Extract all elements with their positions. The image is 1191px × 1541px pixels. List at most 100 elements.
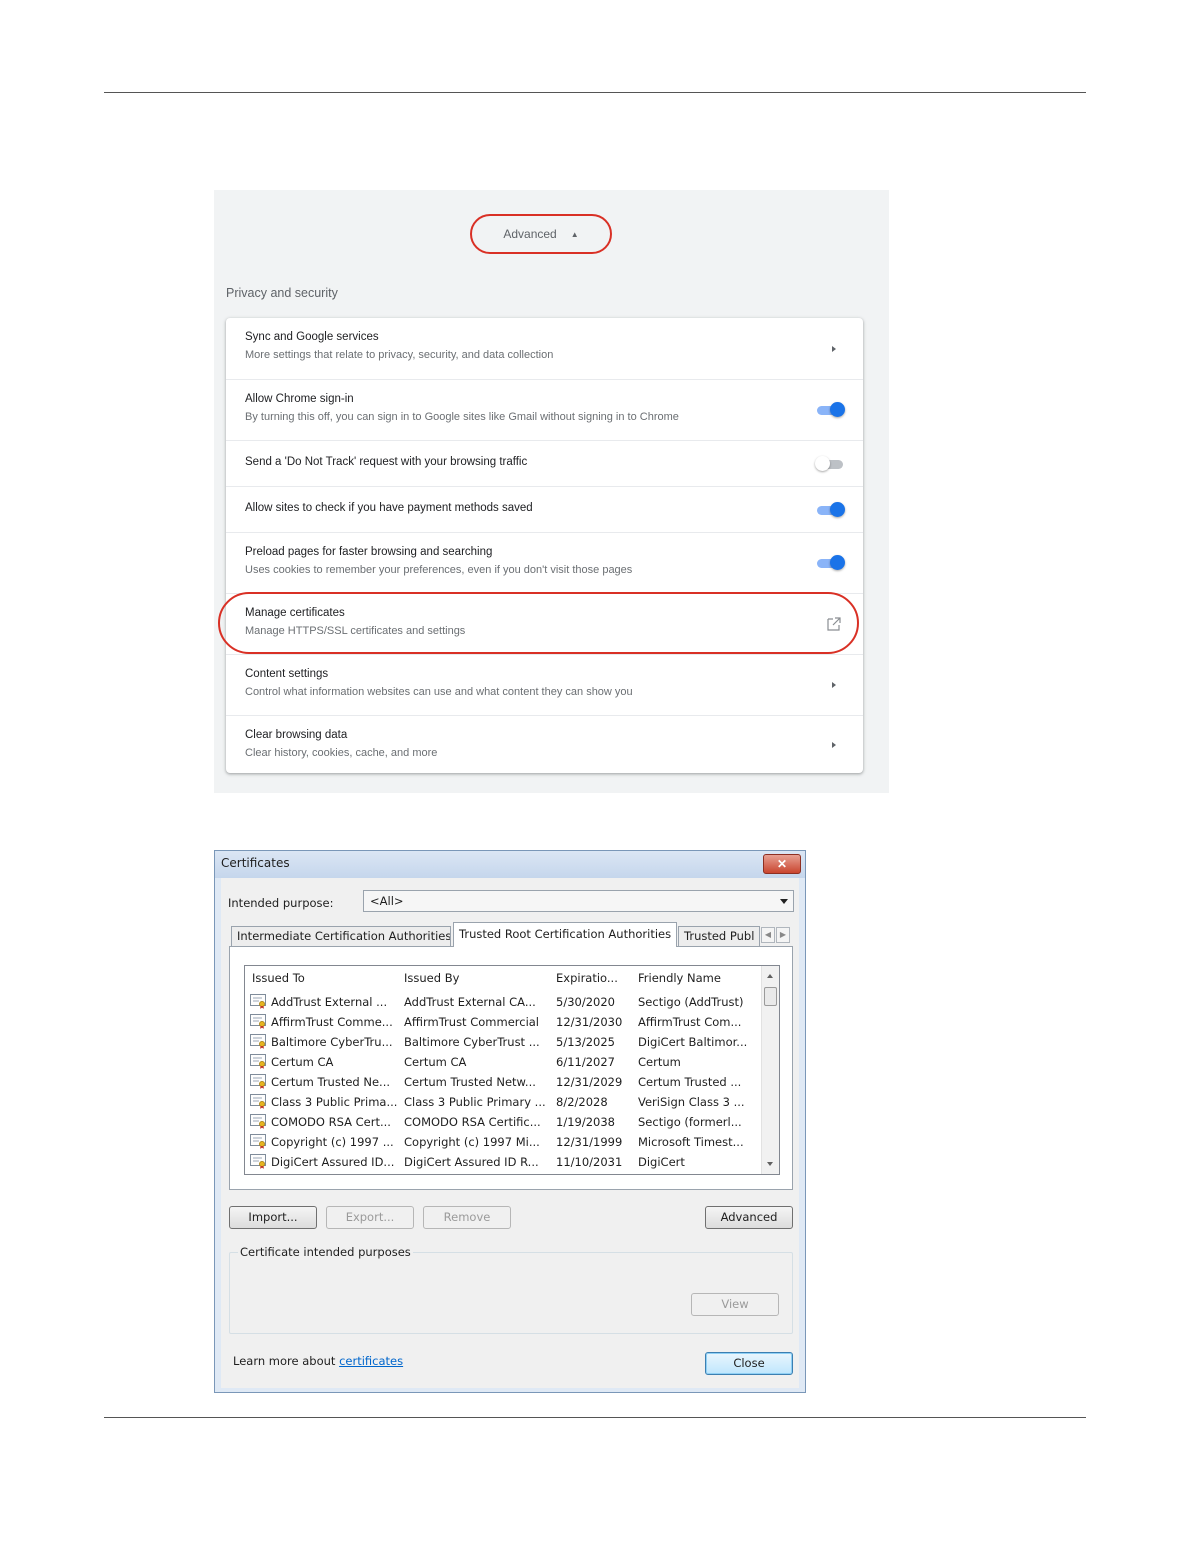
cell-friendly-name: Sectigo (formerl... — [638, 1115, 742, 1129]
cell-expiration: 12/31/1999 — [556, 1135, 623, 1149]
cell-issued-to: AddTrust External ... — [271, 995, 388, 1009]
scroll-thumb[interactable] — [764, 987, 777, 1006]
cell-issued-by: DigiCert Assured ID R... — [404, 1155, 539, 1169]
tab-trusted-root-ca[interactable]: Trusted Root Certification Authorities — [453, 922, 677, 947]
cell-expiration: 5/13/2025 — [556, 1035, 615, 1049]
learn-more-prefix: Learn more about — [233, 1354, 340, 1368]
column-expiration[interactable]: Expiratio... — [549, 966, 631, 990]
remove-button[interactable]: Remove — [423, 1206, 511, 1229]
certificates-link[interactable]: certificates — [339, 1354, 403, 1368]
dialog-title: Certificates — [221, 856, 290, 870]
cell-issued-by: Class 3 Public Primary ... — [404, 1095, 546, 1109]
row-title: Clear browsing data — [245, 729, 348, 741]
table-row[interactable]: AddTrust External ... AddTrust External C… — [245, 992, 761, 1012]
row-subtitle: By turning this off, you can sign in to … — [245, 411, 679, 423]
tab-scroll-right-icon[interactable]: ▶ — [776, 927, 790, 943]
cell-friendly-name: Microsoft Timest... — [638, 1135, 744, 1149]
cell-issued-by: Baltimore CyberTrust ... — [404, 1035, 540, 1049]
row-title: Allow Chrome sign-in — [245, 393, 354, 405]
close-icon[interactable]: ✕ — [763, 854, 801, 874]
cell-expiration: 5/30/2020 — [556, 995, 615, 1009]
dialog-titlebar[interactable]: Certificates ✕ — [215, 851, 805, 878]
row-subtitle: Clear history, cookies, cache, and more — [245, 747, 438, 759]
row-title: Manage certificates — [245, 607, 345, 619]
cell-issued-to: Certum Trusted Ne... — [271, 1075, 391, 1089]
row-clear-browsing-data[interactable]: Clear browsing data Clear history, cooki… — [226, 715, 863, 773]
preload-pages-toggle[interactable] — [815, 555, 845, 571]
cell-expiration: 1/19/2038 — [556, 1115, 615, 1129]
row-subtitle: More settings that relate to privacy, se… — [245, 349, 554, 361]
list-header: Issued To Issued By Expiratio... Friendl… — [245, 966, 761, 990]
advanced-button[interactable]: Advanced — [705, 1206, 793, 1229]
column-issued-by[interactable]: Issued By — [397, 966, 549, 990]
row-subtitle: Uses cookies to remember your preference… — [245, 564, 633, 576]
section-title: Privacy and security — [226, 286, 338, 300]
payment-methods-toggle[interactable] — [815, 501, 845, 518]
row-title: Preload pages for faster browsing and se… — [245, 546, 493, 558]
cell-expiration: 8/2/2028 — [556, 1095, 608, 1109]
advanced-label: Advanced — [503, 227, 557, 241]
intended-purpose-select[interactable]: <All> — [363, 890, 794, 912]
intended-purpose-label: Intended purpose: — [228, 896, 334, 910]
scroll-up-icon[interactable] — [767, 974, 773, 978]
view-button[interactable]: View — [691, 1293, 779, 1316]
cell-issued-to: COMODO RSA Cert... — [271, 1115, 391, 1129]
table-row[interactable]: DigiCert Assured ID... DigiCert Assured I… — [245, 1152, 761, 1172]
row-sync-google-services[interactable]: Sync and Google services More settings t… — [226, 318, 863, 379]
row-do-not-track: Send a 'Do Not Track' request with your … — [226, 440, 863, 486]
row-subtitle: Manage HTTPS/SSL certificates and settin… — [245, 625, 466, 637]
row-subtitle: Control what information websites can us… — [245, 686, 633, 698]
cell-issued-to: DigiCert Assured ID... — [271, 1155, 395, 1169]
cell-friendly-name: VeriSign Class 3 ... — [638, 1095, 745, 1109]
certificate-list[interactable]: Issued To Issued By Expiratio... Friendl… — [244, 965, 780, 1175]
row-manage-certificates[interactable]: Manage certificates Manage HTTPS/SSL cer… — [226, 593, 863, 654]
cell-issued-to: Baltimore CyberTru... — [271, 1035, 393, 1049]
arrow-right-icon — [832, 682, 836, 688]
table-row[interactable]: COMODO RSA Cert... COMODO RSA Certific...… — [245, 1112, 761, 1132]
group-label: Certificate intended purposes — [238, 1245, 413, 1259]
cell-expiration: 12/31/2030 — [556, 1015, 623, 1029]
page-bottom-rule — [104, 1417, 1086, 1418]
column-issued-to[interactable]: Issued To — [245, 966, 397, 990]
table-row[interactable]: Baltimore CyberTru... Baltimore CyberTrus… — [245, 1032, 761, 1052]
cell-friendly-name: Certum Trusted ... — [638, 1075, 742, 1089]
tab-intermediate-ca[interactable]: Intermediate Certification Authorities — [231, 926, 451, 946]
external-link-icon — [827, 617, 841, 631]
advanced-toggle-button[interactable]: Advanced ▲ — [470, 214, 612, 254]
page-top-rule — [104, 92, 1086, 93]
list-scrollbar[interactable] — [761, 966, 779, 1174]
close-button[interactable]: Close — [705, 1352, 793, 1375]
tab-trusted-publishers[interactable]: Trusted Publ — [678, 926, 760, 946]
intended-purposes-group: Certificate intended purposes View — [229, 1245, 793, 1334]
chevron-down-icon — [780, 899, 788, 904]
table-row[interactable]: Copyright (c) 1997 ... Copyright (c) 1997… — [245, 1132, 761, 1152]
row-title: Allow sites to check if you have payment… — [245, 502, 533, 514]
import-button[interactable]: Import... — [229, 1206, 317, 1229]
do-not-track-toggle[interactable] — [815, 455, 845, 472]
dialog-client-area: Intended purpose: <All> Intermediate Cer… — [221, 878, 799, 1388]
column-friendly-name[interactable]: Friendly Name — [631, 966, 761, 990]
cell-issued-by: COMODO RSA Certific... — [404, 1115, 541, 1129]
row-content-settings[interactable]: Content settings Control what informatio… — [226, 654, 863, 715]
cell-issued-to: Certum CA — [271, 1055, 334, 1069]
row-title: Sync and Google services — [245, 331, 379, 343]
intended-purpose-value: <All> — [370, 894, 404, 908]
row-title: Send a 'Do Not Track' request with your … — [245, 456, 528, 468]
privacy-settings-card: Sync and Google services More settings t… — [226, 318, 863, 773]
certificates-dialog: Certificates ✕ Intended purpose: <All> I… — [214, 850, 806, 1393]
caret-up-icon: ▲ — [570, 229, 579, 239]
row-payment-methods: Allow sites to check if you have payment… — [226, 486, 863, 532]
cell-issued-by: AddTrust External CA... — [404, 995, 536, 1009]
cell-issued-by: Copyright (c) 1997 Mi... — [404, 1135, 540, 1149]
table-row[interactable]: Class 3 Public Prima... Class 3 Public Pr… — [245, 1092, 761, 1112]
signin-toggle[interactable] — [815, 402, 845, 418]
export-button[interactable]: Export... — [326, 1206, 414, 1229]
table-row[interactable]: Certum Trusted Ne... Certum Trusted Netw.… — [245, 1072, 761, 1092]
cell-issued-by: Certum Trusted Netw... — [404, 1075, 536, 1089]
table-row[interactable]: AffirmTrust Comme... AffirmTrust Commerci… — [245, 1012, 761, 1032]
tab-scroll-left-icon[interactable]: ◀ — [761, 927, 775, 943]
cell-friendly-name: DigiCert — [638, 1155, 685, 1169]
chrome-settings-panel: Advanced ▲ Privacy and security Sync and… — [214, 190, 889, 793]
scroll-down-icon[interactable] — [767, 1162, 773, 1166]
table-row[interactable]: Certum CA Certum CA 6/11/2027 Certum — [245, 1052, 761, 1072]
